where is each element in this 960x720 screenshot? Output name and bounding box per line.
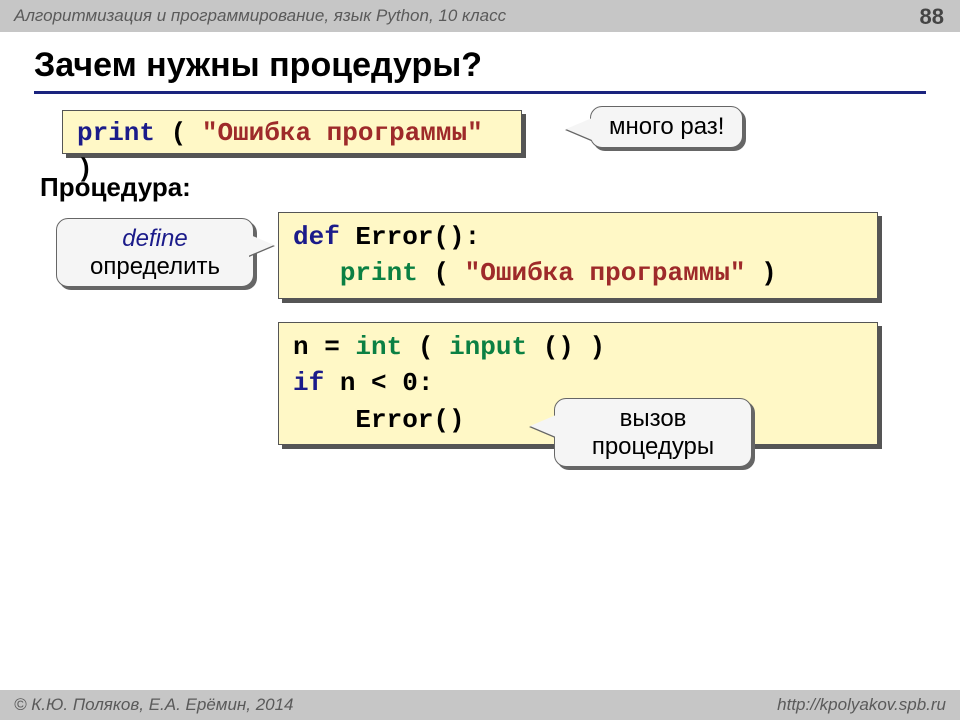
code-keyword: if	[293, 368, 324, 398]
callout-pointer-icon	[530, 415, 556, 437]
code-indent	[293, 405, 340, 435]
callout-pointer-icon	[566, 118, 592, 140]
code-text: Error()	[355, 405, 464, 435]
callout-em: define	[122, 225, 187, 252]
code-text: n =	[293, 332, 355, 362]
code-func: print	[340, 258, 418, 288]
code-punct: () )	[543, 332, 605, 362]
callout-text: определить	[90, 253, 220, 280]
section-label: Процедура:	[40, 172, 191, 203]
code-func: int	[355, 332, 402, 362]
code-keyword: print	[77, 118, 155, 148]
code-string: "Ошибка программы"	[465, 258, 746, 288]
code-string: "Ошибка программы"	[202, 118, 483, 148]
code-indent	[293, 258, 324, 288]
course-title: Алгоритмизация и программирование, язык …	[14, 6, 946, 26]
code-keyword: def	[293, 222, 340, 252]
callout-pointer-icon	[248, 234, 274, 256]
code-box-print: print ( "Ошибка программы" )	[62, 110, 522, 154]
page-number: 88	[920, 4, 944, 30]
code-func: input	[449, 332, 527, 362]
callout-define: define определить	[56, 218, 254, 287]
slide: Алгоритмизация и программирование, язык …	[0, 0, 960, 720]
slide-title: Зачем нужны процедуры?	[34, 46, 926, 94]
callout-text: вызов	[620, 405, 687, 432]
top-bar: Алгоритмизация и программирование, язык …	[0, 0, 960, 32]
footer-bar: © К.Ю. Поляков, Е.А. Ерёмин, 2014 http:/…	[0, 690, 960, 720]
callout-text: процедуры	[592, 433, 714, 460]
callout-many-times: много раз!	[590, 106, 743, 148]
code-punct: )	[761, 258, 777, 288]
code-box-def: def Error(): print ( "Ошибка программы" …	[278, 212, 878, 299]
code-punct: (	[433, 258, 464, 288]
code-punct: (	[171, 118, 202, 148]
code-punct: (	[418, 332, 449, 362]
footer-authors: © К.Ю. Поляков, Е.А. Ерёмин, 2014	[14, 695, 294, 715]
footer-url: http://kpolyakov.spb.ru	[777, 695, 946, 715]
callout-text: много раз!	[609, 113, 724, 140]
code-text: n < 0:	[340, 368, 434, 398]
callout-call: вызов процедуры	[554, 398, 752, 467]
code-text: Error():	[355, 222, 480, 252]
